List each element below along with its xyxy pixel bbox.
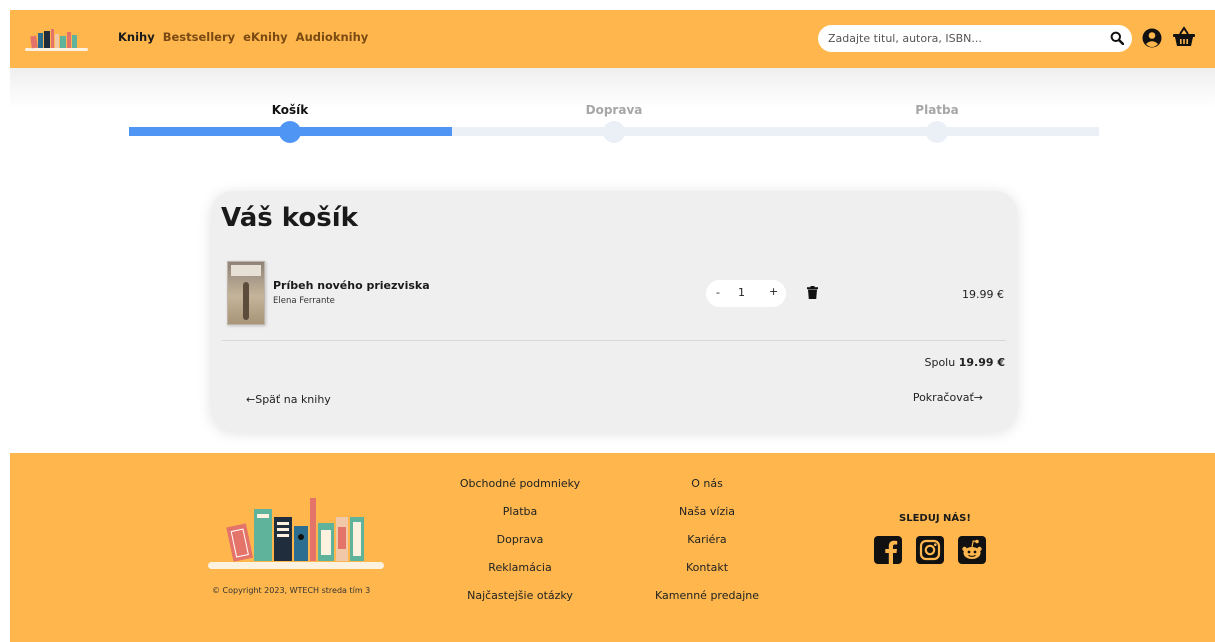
cart-card: Váš košík Príbeh nového priezviska Elena…: [211, 191, 1017, 431]
instagram-icon[interactable]: [916, 536, 944, 564]
header: Knihy Bestsellery eKnihy Audioknihy: [10, 10, 1215, 68]
step-dot-kosik: [279, 121, 301, 143]
back-to-books-link[interactable]: ←Späť na knihy: [246, 393, 331, 406]
nav-item-audioknihy[interactable]: Audioknihy: [296, 30, 369, 44]
search-bar: [818, 25, 1132, 52]
continue-link[interactable]: Pokračovať→: [913, 391, 983, 404]
step-dot-platba: [926, 121, 948, 143]
footer: © Copyright 2023, WTECH streda tím 3 Obc…: [10, 453, 1215, 642]
footer-link-kontakt[interactable]: Kontakt: [655, 561, 759, 589]
header-shadow: [10, 68, 1215, 108]
footer-link-kamenne-predajne[interactable]: Kamenné predajne: [655, 589, 759, 617]
footer-link-doprava[interactable]: Doprava: [460, 533, 580, 561]
cart-item-author: Elena Ferrante: [273, 296, 335, 306]
reddit-icon[interactable]: [958, 536, 986, 564]
footer-link-o-nas[interactable]: O nás: [655, 477, 759, 505]
nav-item-knihy[interactable]: Knihy: [118, 30, 155, 44]
cart-total-value: 19.99 €: [958, 356, 1005, 369]
footer-link-kariera[interactable]: Kariéra: [655, 533, 759, 561]
main-nav: Knihy Bestsellery eKnihy Audioknihy: [118, 30, 368, 44]
cart-divider: [222, 340, 1006, 341]
nav-item-bestsellery[interactable]: Bestsellery: [163, 30, 235, 44]
step-dot-doprava: [603, 121, 625, 143]
decrease-quantity-button[interactable]: -: [716, 286, 720, 299]
cart-item-title[interactable]: Príbeh nového priezviska: [273, 279, 430, 292]
increase-quantity-button[interactable]: +: [769, 285, 778, 298]
footer-link-faq[interactable]: Najčastejšie otázky: [460, 589, 580, 617]
footer-link-reklamacia[interactable]: Reklamácia: [460, 561, 580, 589]
copyright-text: © Copyright 2023, WTECH streda tím 3: [212, 586, 371, 595]
cart-total-label: Spolu: [924, 356, 956, 369]
facebook-icon[interactable]: [874, 536, 902, 564]
trash-icon[interactable]: [807, 286, 818, 299]
cart-icon[interactable]: [1172, 26, 1196, 48]
footer-link-obchodne-podmienky[interactable]: Obchodné podmnieky: [460, 477, 580, 505]
step-label-doprava: Doprava: [585, 103, 643, 117]
step-label-platba: Platba: [915, 103, 959, 117]
cart-item-price: 19.99 €: [962, 288, 1004, 301]
footer-links-col1: Obchodné podmnieky Platba Doprava Reklam…: [460, 477, 580, 617]
cart-total: Spolu 19.99 €: [924, 356, 1005, 369]
nav-item-eknihy[interactable]: eKnihy: [243, 30, 288, 44]
footer-link-nasa-vizia[interactable]: Naša vízia: [655, 505, 759, 533]
footer-logo[interactable]: [208, 492, 384, 572]
logo[interactable]: [25, 24, 88, 52]
follow-us-heading: SLEDUJ NÁS!: [899, 513, 971, 524]
quantity-value: 1: [738, 286, 745, 299]
footer-link-platba[interactable]: Platba: [460, 505, 580, 533]
cart-title: Váš košík: [221, 203, 358, 233]
book-cover-title-band: [231, 265, 261, 276]
book-cover[interactable]: [227, 261, 265, 325]
search-input[interactable]: [828, 30, 1098, 47]
step-label-kosik: Košík: [271, 103, 309, 117]
footer-links-col2: O nás Naša vízia Kariéra Kontakt Kamenné…: [655, 477, 759, 617]
book-cover-figure: [243, 282, 249, 320]
search-icon[interactable]: [1110, 31, 1124, 45]
quantity-stepper: - 1 +: [706, 280, 786, 307]
user-icon[interactable]: [1142, 28, 1162, 48]
